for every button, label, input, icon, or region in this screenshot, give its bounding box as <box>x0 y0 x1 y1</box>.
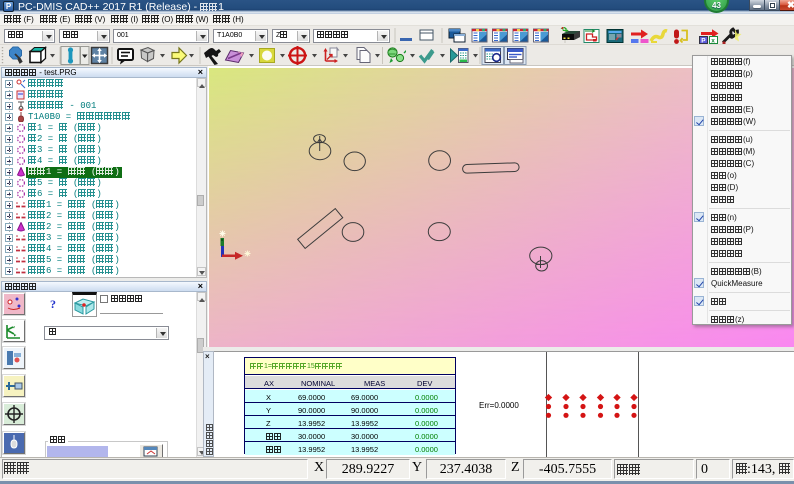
svg-text:x: x <box>711 38 715 44</box>
svg-text:P: P <box>701 38 706 44</box>
